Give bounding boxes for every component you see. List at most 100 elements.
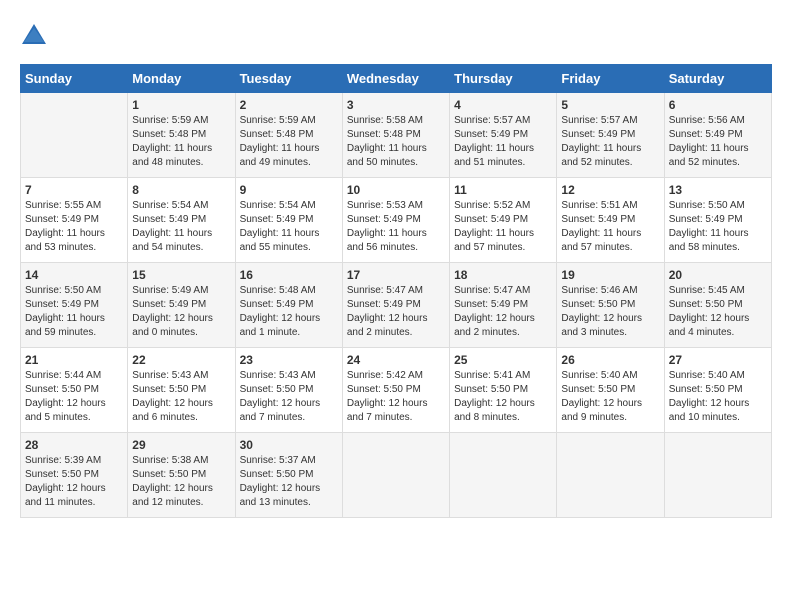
calendar-table: SundayMondayTuesdayWednesdayThursdayFrid… xyxy=(20,64,772,518)
day-number: 12 xyxy=(561,183,659,197)
day-info: Sunrise: 5:43 AM Sunset: 5:50 PM Dayligh… xyxy=(132,369,230,425)
calendar-cell: 5 Sunrise: 5:57 AM Sunset: 5:49 PM Daylig… xyxy=(557,93,664,178)
calendar-cell: 3 Sunrise: 5:58 AM Sunset: 5:48 PM Daylig… xyxy=(342,93,449,178)
day-number: 16 xyxy=(240,268,338,282)
calendar-cell: 22 Sunrise: 5:43 AM Sunset: 5:50 PM Dayli… xyxy=(128,348,235,433)
calendar-cell: 23 Sunrise: 5:43 AM Sunset: 5:50 PM Dayli… xyxy=(235,348,342,433)
header-day-sunday: Sunday xyxy=(21,65,128,93)
header-day-tuesday: Tuesday xyxy=(235,65,342,93)
day-info: Sunrise: 5:59 AM Sunset: 5:48 PM Dayligh… xyxy=(240,114,338,170)
calendar-cell: 18 Sunrise: 5:47 AM Sunset: 5:49 PM Dayli… xyxy=(450,263,557,348)
calendar-cell xyxy=(342,433,449,518)
day-info: Sunrise: 5:56 AM Sunset: 5:49 PM Dayligh… xyxy=(669,114,767,170)
day-number: 25 xyxy=(454,353,552,367)
calendar-cell: 15 Sunrise: 5:49 AM Sunset: 5:49 PM Dayli… xyxy=(128,263,235,348)
day-number: 10 xyxy=(347,183,445,197)
calendar-week-row: 7 Sunrise: 5:55 AM Sunset: 5:49 PM Daylig… xyxy=(21,178,772,263)
calendar-header-row: SundayMondayTuesdayWednesdayThursdayFrid… xyxy=(21,65,772,93)
day-number: 19 xyxy=(561,268,659,282)
day-number: 26 xyxy=(561,353,659,367)
day-info: Sunrise: 5:50 AM Sunset: 5:49 PM Dayligh… xyxy=(669,199,767,255)
calendar-cell: 17 Sunrise: 5:47 AM Sunset: 5:49 PM Dayli… xyxy=(342,263,449,348)
day-info: Sunrise: 5:38 AM Sunset: 5:50 PM Dayligh… xyxy=(132,454,230,510)
day-number: 11 xyxy=(454,183,552,197)
calendar-cell: 28 Sunrise: 5:39 AM Sunset: 5:50 PM Dayli… xyxy=(21,433,128,518)
calendar-cell: 2 Sunrise: 5:59 AM Sunset: 5:48 PM Daylig… xyxy=(235,93,342,178)
calendar-cell: 12 Sunrise: 5:51 AM Sunset: 5:49 PM Dayli… xyxy=(557,178,664,263)
calendar-cell: 6 Sunrise: 5:56 AM Sunset: 5:49 PM Daylig… xyxy=(664,93,771,178)
day-info: Sunrise: 5:54 AM Sunset: 5:49 PM Dayligh… xyxy=(240,199,338,255)
day-info: Sunrise: 5:45 AM Sunset: 5:50 PM Dayligh… xyxy=(669,284,767,340)
day-number: 5 xyxy=(561,98,659,112)
calendar-cell: 9Sunrise: 5:54 AM Sunset: 5:49 PM Daylig… xyxy=(235,178,342,263)
day-info: Sunrise: 5:47 AM Sunset: 5:49 PM Dayligh… xyxy=(454,284,552,340)
calendar-week-row: 21 Sunrise: 5:44 AM Sunset: 5:50 PM Dayli… xyxy=(21,348,772,433)
day-number: 29 xyxy=(132,438,230,452)
day-info: Sunrise: 5:55 AM Sunset: 5:49 PM Dayligh… xyxy=(25,199,123,255)
day-number: 20 xyxy=(669,268,767,282)
day-info: Sunrise: 5:57 AM Sunset: 5:49 PM Dayligh… xyxy=(561,114,659,170)
calendar-cell: 13 Sunrise: 5:50 AM Sunset: 5:49 PM Dayli… xyxy=(664,178,771,263)
day-number: 3 xyxy=(347,98,445,112)
day-info: Sunrise: 5:44 AM Sunset: 5:50 PM Dayligh… xyxy=(25,369,123,425)
day-number: 15 xyxy=(132,268,230,282)
calendar-cell xyxy=(450,433,557,518)
day-number: 14 xyxy=(25,268,123,282)
day-info: Sunrise: 5:40 AM Sunset: 5:50 PM Dayligh… xyxy=(561,369,659,425)
day-info: Sunrise: 5:41 AM Sunset: 5:50 PM Dayligh… xyxy=(454,369,552,425)
day-number: 22 xyxy=(132,353,230,367)
calendar-week-row: 14 Sunrise: 5:50 AM Sunset: 5:49 PM Dayli… xyxy=(21,263,772,348)
calendar-cell: 20 Sunrise: 5:45 AM Sunset: 5:50 PM Dayli… xyxy=(664,263,771,348)
calendar-cell: 14 Sunrise: 5:50 AM Sunset: 5:49 PM Dayli… xyxy=(21,263,128,348)
day-number: 13 xyxy=(669,183,767,197)
calendar-cell xyxy=(557,433,664,518)
calendar-cell xyxy=(664,433,771,518)
day-info: Sunrise: 5:59 AM Sunset: 5:48 PM Dayligh… xyxy=(132,114,230,170)
day-info: Sunrise: 5:47 AM Sunset: 5:49 PM Dayligh… xyxy=(347,284,445,340)
calendar-cell: 30 Sunrise: 5:37 AM Sunset: 5:50 PM Dayli… xyxy=(235,433,342,518)
day-number: 21 xyxy=(25,353,123,367)
day-number: 7 xyxy=(25,183,123,197)
day-info: Sunrise: 5:39 AM Sunset: 5:50 PM Dayligh… xyxy=(25,454,123,510)
day-info: Sunrise: 5:42 AM Sunset: 5:50 PM Dayligh… xyxy=(347,369,445,425)
day-number: 17 xyxy=(347,268,445,282)
day-info: Sunrise: 5:43 AM Sunset: 5:50 PM Dayligh… xyxy=(240,369,338,425)
day-number: 2 xyxy=(240,98,338,112)
day-info: Sunrise: 5:46 AM Sunset: 5:50 PM Dayligh… xyxy=(561,284,659,340)
logo-icon xyxy=(20,20,48,48)
header-day-wednesday: Wednesday xyxy=(342,65,449,93)
day-info: Sunrise: 5:50 AM Sunset: 5:49 PM Dayligh… xyxy=(25,284,123,340)
day-number: 8 xyxy=(132,183,230,197)
header-day-thursday: Thursday xyxy=(450,65,557,93)
calendar-cell: 7 Sunrise: 5:55 AM Sunset: 5:49 PM Daylig… xyxy=(21,178,128,263)
calendar-cell: 29 Sunrise: 5:38 AM Sunset: 5:50 PM Dayli… xyxy=(128,433,235,518)
calendar-cell: 10 Sunrise: 5:53 AM Sunset: 5:49 PM Dayli… xyxy=(342,178,449,263)
day-number: 23 xyxy=(240,353,338,367)
day-number: 1 xyxy=(132,98,230,112)
day-info: Sunrise: 5:37 AM Sunset: 5:50 PM Dayligh… xyxy=(240,454,338,510)
day-number: 27 xyxy=(669,353,767,367)
header-day-monday: Monday xyxy=(128,65,235,93)
calendar-cell xyxy=(21,93,128,178)
day-info: Sunrise: 5:57 AM Sunset: 5:49 PM Dayligh… xyxy=(454,114,552,170)
day-info: Sunrise: 5:40 AM Sunset: 5:50 PM Dayligh… xyxy=(669,369,767,425)
day-number: 24 xyxy=(347,353,445,367)
calendar-cell: 25 Sunrise: 5:41 AM Sunset: 5:50 PM Dayli… xyxy=(450,348,557,433)
calendar-cell: 19 Sunrise: 5:46 AM Sunset: 5:50 PM Dayli… xyxy=(557,263,664,348)
day-info: Sunrise: 5:53 AM Sunset: 5:49 PM Dayligh… xyxy=(347,199,445,255)
day-info: Sunrise: 5:54 AM Sunset: 5:49 PM Dayligh… xyxy=(132,199,230,255)
day-number: 4 xyxy=(454,98,552,112)
day-number: 18 xyxy=(454,268,552,282)
day-number: 28 xyxy=(25,438,123,452)
calendar-cell: 26 Sunrise: 5:40 AM Sunset: 5:50 PM Dayli… xyxy=(557,348,664,433)
logo xyxy=(20,20,52,48)
day-number: 6 xyxy=(669,98,767,112)
calendar-cell: 8 Sunrise: 5:54 AM Sunset: 5:49 PM Daylig… xyxy=(128,178,235,263)
day-number: 30 xyxy=(240,438,338,452)
calendar-cell: 11Sunrise: 5:52 AM Sunset: 5:49 PM Dayli… xyxy=(450,178,557,263)
day-info: Sunrise: 5:58 AM Sunset: 5:48 PM Dayligh… xyxy=(347,114,445,170)
day-info: Sunrise: 5:49 AM Sunset: 5:49 PM Dayligh… xyxy=(132,284,230,340)
header-day-friday: Friday xyxy=(557,65,664,93)
calendar-cell: 4 Sunrise: 5:57 AM Sunset: 5:49 PM Daylig… xyxy=(450,93,557,178)
day-info: Sunrise: 5:51 AM Sunset: 5:49 PM Dayligh… xyxy=(561,199,659,255)
